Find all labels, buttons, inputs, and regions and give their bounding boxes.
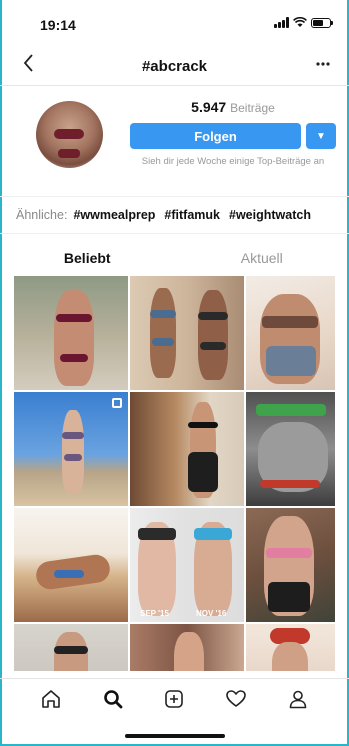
related-tags-bar: Ähnliche: #wwmealprep #fitfamuk #weightw… — [0, 196, 349, 234]
status-bar: 19:14 — [0, 0, 349, 42]
follow-button[interactable]: Folgen — [130, 123, 301, 149]
post-thumbnail[interactable]: SEP '15 NOV '16 — [130, 508, 244, 622]
tab-bar: Beliebt Aktuell — [0, 243, 349, 273]
hashtag-avatar — [36, 101, 103, 168]
post-thumbnail[interactable] — [130, 392, 244, 506]
status-icons — [274, 17, 333, 28]
posts-count: 5.947 Beiträge — [130, 99, 336, 115]
profile-icon[interactable] — [284, 685, 312, 713]
posts-label: Beiträge — [230, 101, 275, 115]
bottom-nav — [0, 678, 349, 718]
ellipsis-icon[interactable] — [315, 52, 331, 79]
multi-photo-icon — [112, 398, 122, 408]
related-tag[interactable]: #wwmealprep — [73, 208, 155, 222]
tab-beliebt[interactable]: Beliebt — [0, 243, 175, 273]
post-thumbnail[interactable] — [14, 508, 128, 622]
heart-icon[interactable] — [222, 685, 250, 713]
wifi-icon — [293, 17, 307, 27]
follow-dropdown-button[interactable]: ▼ — [306, 123, 336, 149]
post-thumbnail[interactable] — [246, 624, 335, 671]
post-thumbnail[interactable] — [14, 276, 128, 390]
post-thumbnail[interactable] — [130, 624, 244, 671]
search-icon[interactable] — [99, 685, 127, 713]
caption-after: NOV '16 — [196, 609, 227, 618]
post-thumbnail[interactable] — [246, 276, 335, 390]
post-thumbnail[interactable] — [246, 508, 335, 622]
photo-grid: SEP '15 NOV '16 — [14, 276, 335, 671]
posts-number: 5.947 — [191, 99, 227, 115]
triangle-down-icon: ▼ — [316, 130, 326, 142]
post-thumbnail[interactable] — [14, 392, 128, 506]
follow-subtitle: Sieh dir jede Woche einige Top-Beiträge … — [141, 156, 325, 167]
signal-icon — [274, 17, 289, 28]
post-thumbnail[interactable] — [130, 276, 244, 390]
page-title: #abcrack — [141, 58, 208, 75]
caption-before: SEP '15 — [140, 609, 169, 618]
related-label: Ähnliche: — [16, 208, 68, 222]
status-time: 19:14 — [40, 17, 76, 33]
post-thumbnail[interactable] — [246, 392, 335, 506]
battery-icon — [311, 17, 333, 28]
follow-controls: Folgen ▼ — [130, 123, 336, 149]
add-post-icon[interactable] — [160, 685, 188, 713]
post-thumbnail[interactable] — [14, 624, 128, 671]
home-indicator — [125, 734, 225, 738]
related-tag[interactable]: #weightwatch — [229, 208, 311, 222]
home-icon[interactable] — [37, 685, 65, 713]
nav-bar: #abcrack — [0, 46, 349, 86]
related-tag[interactable]: #fitfamuk — [164, 208, 220, 222]
tab-aktuell[interactable]: Aktuell — [175, 243, 349, 273]
